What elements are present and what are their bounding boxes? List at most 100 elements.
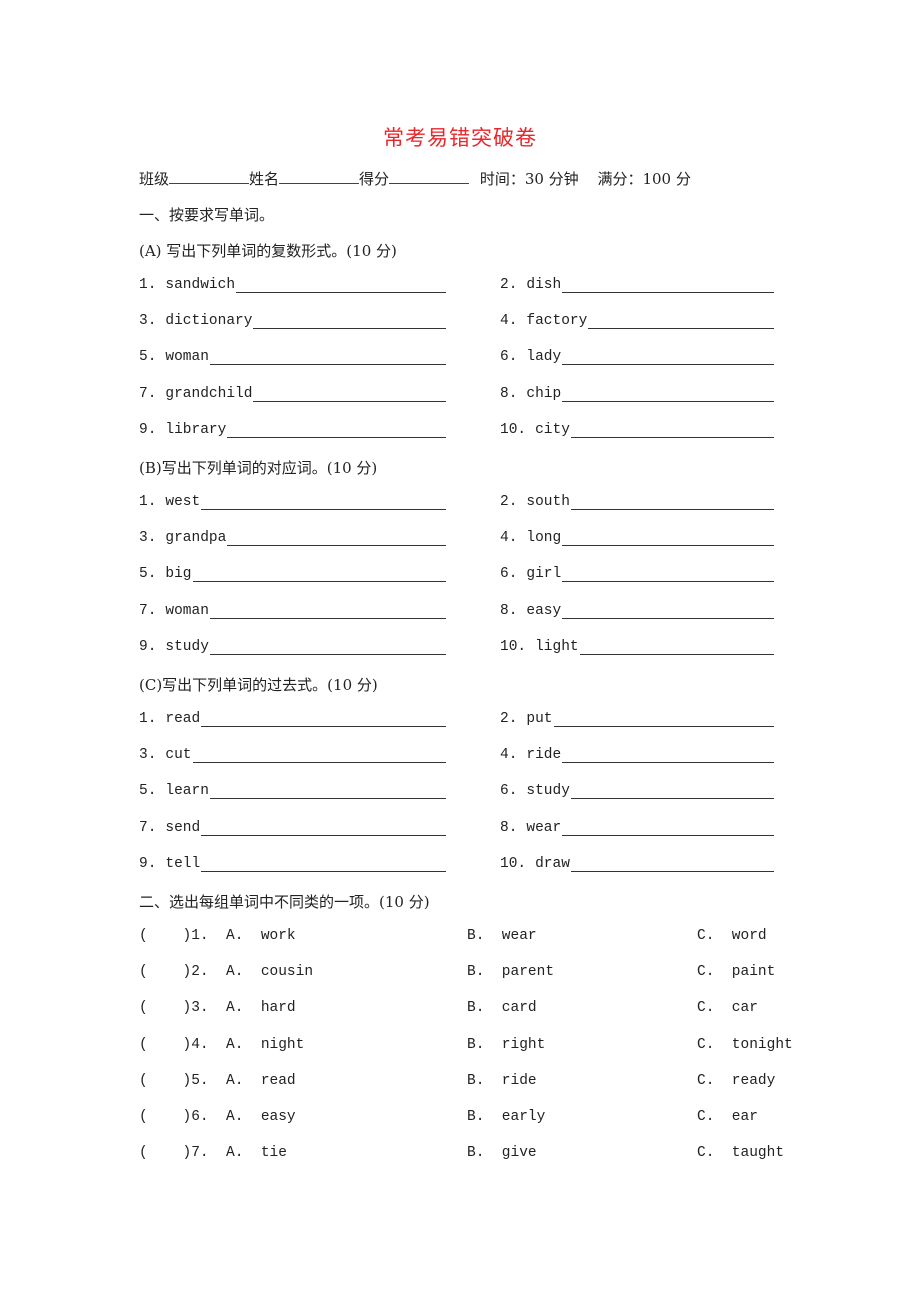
item-number: 9. <box>139 855 157 872</box>
item-number: 5. <box>139 566 157 583</box>
full-score-text: 满分：100 分 <box>597 170 691 188</box>
blank-item: 6. study <box>500 783 774 800</box>
answer-blank[interactable] <box>209 640 446 655</box>
class-blank[interactable] <box>169 169 250 184</box>
item-word: study <box>165 638 209 655</box>
student-info-line: 班级 姓名 得分 时间：30 分钟 满分：100 分 <box>139 168 691 189</box>
item-number: 4. <box>500 747 518 764</box>
item-word: grandchild <box>165 385 253 402</box>
item-word: long <box>526 530 562 547</box>
score-blank[interactable] <box>389 169 470 184</box>
item-word: city <box>535 421 570 438</box>
blank-item: 6. girl <box>500 566 774 583</box>
answer-blank[interactable] <box>570 495 774 510</box>
item-number: 10. <box>500 638 527 655</box>
answer-blank[interactable] <box>253 314 446 330</box>
item-word: learn <box>165 783 209 800</box>
blank-item: 5. learn <box>139 783 446 800</box>
answer-blank[interactable] <box>562 748 774 764</box>
item-word: west <box>165 494 201 510</box>
answer-blank[interactable] <box>209 350 446 366</box>
item-number: 3. <box>139 747 157 764</box>
blank-item: 10. city <box>500 422 774 438</box>
item-word: big <box>165 566 192 583</box>
blank-item: 3. cut <box>139 747 446 764</box>
blank-item: 1. sandwich <box>139 277 446 293</box>
answer-blank[interactable] <box>562 604 774 619</box>
answer-blank[interactable] <box>209 784 446 800</box>
item-number: 8. <box>500 819 518 836</box>
item-word: sandwich <box>165 277 236 293</box>
answer-blank[interactable] <box>201 821 446 836</box>
item-word: light <box>535 638 579 655</box>
answer-blank[interactable] <box>553 712 774 727</box>
answer-blank[interactable] <box>201 857 446 872</box>
item-number: 5. <box>139 349 157 366</box>
name-label: 姓名 <box>249 170 280 188</box>
item-word: south <box>526 494 570 510</box>
blank-item: 8. easy <box>500 603 774 619</box>
item-number: 8. <box>500 602 518 619</box>
answer-blank[interactable] <box>209 604 446 619</box>
answer-blank[interactable] <box>570 784 774 800</box>
answer-blank[interactable] <box>236 278 446 293</box>
answer-blank[interactable] <box>201 712 446 727</box>
item-word: lady <box>526 349 562 366</box>
blank-item: 2. dish <box>500 277 774 293</box>
answer-blank[interactable] <box>562 821 774 836</box>
worksheet-page: 常考易错突破卷 班级 姓名 得分 时间：30 分钟 满分：100 分 一、按要求写单… <box>0 0 920 1302</box>
blank-item: 1. west <box>139 494 446 510</box>
answer-blank[interactable] <box>201 495 446 510</box>
blank-item: 8. wear <box>500 820 774 836</box>
answer-blank[interactable] <box>562 387 774 402</box>
item-word: put <box>526 711 553 727</box>
answer-blank[interactable] <box>570 857 774 872</box>
answer-blank[interactable] <box>253 387 446 402</box>
blank-item: 2. south <box>500 494 774 510</box>
answer-blank[interactable] <box>570 423 774 438</box>
option-b: B. give <box>467 1145 537 1162</box>
class-label: 班级 <box>139 170 170 188</box>
answer-blank[interactable] <box>192 567 446 583</box>
question-option-a: ( )5. A. read <box>139 1072 296 1089</box>
item-number: 1. <box>139 494 157 510</box>
answer-blank[interactable] <box>227 423 446 438</box>
item-word: girl <box>526 566 562 583</box>
question-option-a: ( )7. A. tie <box>139 1145 287 1162</box>
blank-item: 7. grandchild <box>139 386 446 402</box>
blank-item: 7. woman <box>139 603 446 619</box>
blank-item: 10. draw <box>500 856 774 872</box>
answer-blank[interactable] <box>562 350 774 366</box>
question-option-a: ( )1. A. work <box>139 928 296 944</box>
blank-item: 5. big <box>139 566 446 583</box>
blank-item: 5. woman <box>139 349 446 366</box>
answer-blank[interactable] <box>562 531 774 547</box>
item-number: 7. <box>139 602 157 619</box>
section1-heading: 一、按要求写单词。 <box>139 206 275 224</box>
item-word: ride <box>526 747 562 764</box>
item-number: 6. <box>500 566 518 583</box>
answer-blank[interactable] <box>227 531 446 547</box>
answer-blank[interactable] <box>562 567 774 583</box>
item-number: 9. <box>139 638 157 655</box>
option-c: C. ready <box>697 1072 776 1089</box>
answer-blank[interactable] <box>579 640 774 655</box>
item-number: 1. <box>139 277 157 293</box>
option-c: C. car <box>697 1000 758 1017</box>
blank-item: 4. factory <box>500 313 774 330</box>
item-word: draw <box>535 855 570 872</box>
item-number: 7. <box>139 385 157 402</box>
item-number: 4. <box>500 313 518 330</box>
item-number: 2. <box>500 494 518 510</box>
item-number: 1. <box>139 711 157 727</box>
blank-item: 8. chip <box>500 386 774 402</box>
blank-item: 9. tell <box>139 856 446 872</box>
item-word: woman <box>165 602 209 619</box>
answer-blank[interactable] <box>192 748 446 764</box>
answer-blank[interactable] <box>588 314 774 330</box>
item-word: easy <box>526 602 562 619</box>
answer-blank[interactable] <box>562 278 774 293</box>
option-c: C. ear <box>697 1109 758 1125</box>
name-blank[interactable] <box>279 169 360 184</box>
question-option-a: ( )2. A. cousin <box>139 964 314 981</box>
